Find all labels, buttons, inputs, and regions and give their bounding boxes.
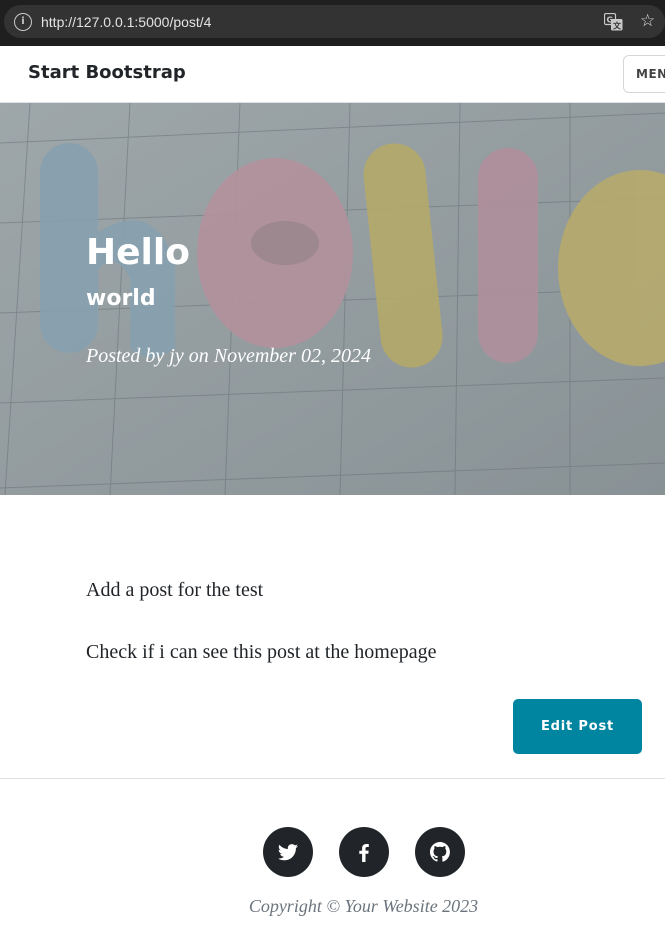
svg-text:文: 文 [613,21,622,31]
post-paragraph: Check if i can see this post at the home… [86,641,437,663]
github-icon [430,842,450,862]
github-link[interactable] [415,827,465,877]
navbar-brand[interactable]: Start Bootstrap [28,61,186,85]
post-meta: Posted by jy on November 02, 2024 [86,345,371,367]
menu-button[interactable]: MENU [623,55,665,93]
post-title: Hello [86,232,190,273]
twitter-link[interactable] [263,827,313,877]
copyright-text: Copyright © Your Website 2023 [248,896,479,916]
address-bar[interactable]: i http://127.0.0.1:5000/post/4 G 文 ☆ [4,5,665,38]
site-navbar: Start Bootstrap MENU [0,46,665,103]
post-subtitle: world [86,286,156,311]
facebook-link[interactable] [339,827,389,877]
post-masthead: Hello world Posted by jy on November 02,… [0,103,665,495]
twitter-icon [277,844,298,861]
site-info-icon[interactable]: i [14,13,32,31]
translate-icon[interactable]: G 文 [604,13,623,31]
url-text[interactable]: http://127.0.0.1:5000/post/4 [41,13,211,31]
bookmark-star-icon[interactable]: ☆ [640,11,655,31]
browser-toolbar: i http://127.0.0.1:5000/post/4 G 文 ☆ [0,0,665,46]
footer-divider [0,778,665,779]
facebook-icon [359,844,369,862]
post-paragraph: Add a post for the test [86,579,264,601]
edit-post-button[interactable]: Edit Post [513,699,642,754]
